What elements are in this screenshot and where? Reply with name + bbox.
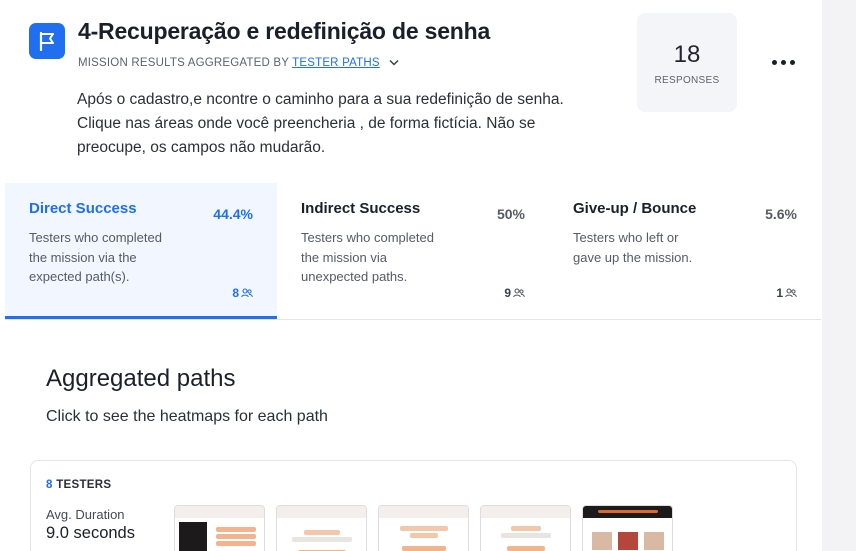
- stat-percent: 5.6%: [765, 206, 797, 222]
- stat-percent: 44.4%: [213, 206, 253, 222]
- mission-description: Após o cadastro,e ncontre o caminho para…: [77, 91, 564, 156]
- stat-count-value: 1: [776, 286, 783, 300]
- more-options-button[interactable]: [767, 52, 799, 72]
- screen-thumbnail[interactable]: [480, 505, 571, 551]
- stat-indirect-success[interactable]: Indirect Success 50% Testers who complet…: [277, 183, 549, 319]
- path-testers: 8 TESTERS: [46, 479, 111, 491]
- path-testers-count: 8: [46, 479, 53, 491]
- aggregated-paths-title: Aggregated paths: [46, 365, 236, 392]
- screen-thumbnail[interactable]: [174, 505, 265, 551]
- stat-name: Indirect Success: [301, 200, 421, 217]
- more-horizontal-icon: [771, 59, 777, 65]
- subtitle-prefix: MISSION RESULTS AGGREGATED BY: [78, 57, 289, 70]
- stat-count-value: 8: [232, 286, 239, 300]
- mission-panel: 4-Recuperação e redefinição de senha MIS…: [0, 0, 822, 551]
- responses-card: 18 RESPONSES: [637, 13, 737, 112]
- aggregated-paths-subtitle: Click to see the heatmaps for each path: [46, 408, 328, 425]
- screen-thumbnail[interactable]: [378, 505, 469, 551]
- stat-count: 1: [776, 286, 797, 300]
- responses-count: 18: [673, 41, 701, 68]
- divider: [5, 319, 821, 320]
- responses-label: RESPONSES: [654, 75, 720, 86]
- path-card[interactable]: 8 TESTERS Avg. Duration 9.0 seconds: [30, 460, 797, 551]
- mission-title: 4-Recuperação e redefinição de senha: [78, 18, 491, 44]
- duration-label: Avg. Duration: [46, 507, 125, 522]
- aggregation-selector: MISSION RESULTS AGGREGATED BY TESTER PAT…: [78, 57, 399, 69]
- path-testers-label: TESTERS: [56, 479, 112, 491]
- stat-count-value: 9: [504, 286, 511, 300]
- tester-paths-link[interactable]: TESTER PATHS: [292, 57, 380, 69]
- users-icon: [241, 288, 253, 298]
- screen-thumbnail[interactable]: [582, 505, 673, 551]
- stat-name: Direct Success: [29, 200, 137, 217]
- chevron-down-icon[interactable]: [389, 57, 399, 69]
- stat-description: Testers who completed the mission via th…: [29, 230, 162, 284]
- stat-percent: 50%: [496, 206, 525, 222]
- users-icon: [785, 288, 797, 298]
- duration-value: 9.0 seconds: [46, 524, 135, 542]
- stat-give-up-bounce[interactable]: Give-up / Bounce 5.6% Testers who left o…: [549, 183, 821, 319]
- stat-direct-success[interactable]: Direct Success 44.4% Testers who complet…: [5, 183, 277, 319]
- stat-name: Give-up / Bounce: [573, 200, 697, 217]
- screen-thumbnail[interactable]: [276, 505, 367, 551]
- stat-count: 8: [232, 286, 253, 300]
- stat-count: 9: [504, 286, 525, 300]
- users-icon: [513, 288, 525, 298]
- stat-description: Testers who left or gave up the mission.: [573, 230, 693, 265]
- stat-description: Testers who completed the mission via un…: [301, 230, 434, 284]
- flag-icon: [29, 23, 65, 59]
